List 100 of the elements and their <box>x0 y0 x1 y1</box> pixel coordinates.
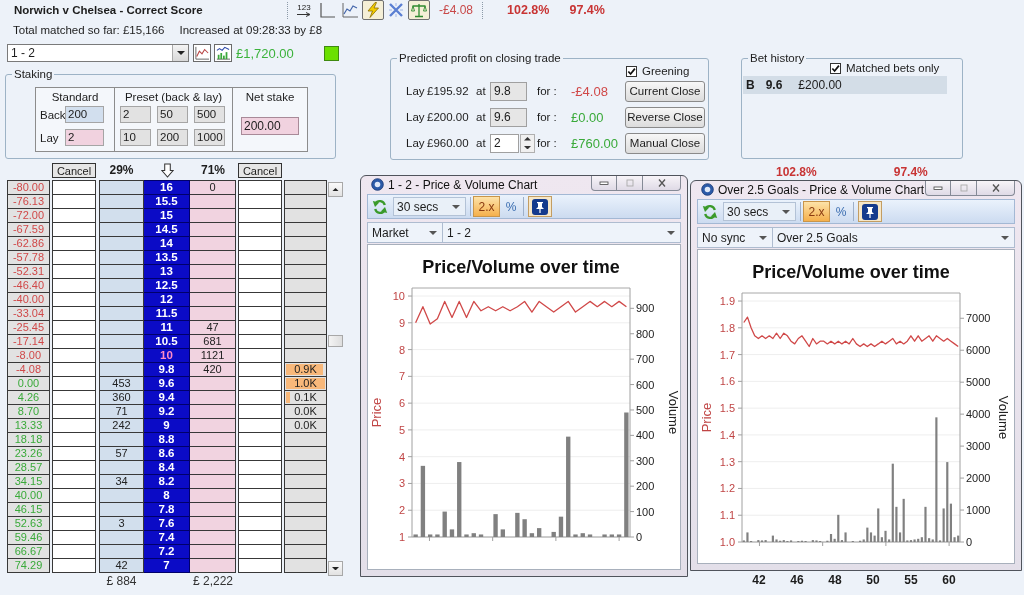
lightning-icon <box>365 2 381 18</box>
volume-axis-title: Volume <box>666 390 678 435</box>
back-book-percentage: 102.8% <box>776 165 817 179</box>
tick-label: 8 <box>398 343 405 356</box>
preset-field[interactable]: 200 <box>157 129 188 146</box>
minimize-icon <box>599 179 609 187</box>
toolbar-button[interactable]: 123 <box>293 0 315 20</box>
x-mark-icon <box>388 2 404 18</box>
sync-mode-dropdown[interactable]: No sync <box>697 227 773 248</box>
refresh-icon[interactable] <box>372 198 388 215</box>
percent-button[interactable]: % <box>833 201 849 222</box>
tick-icon <box>627 67 636 76</box>
greening-option[interactable]: Greening <box>626 65 690 78</box>
scale-button[interactable]: 2.x <box>473 196 500 217</box>
volume-bar <box>551 531 556 537</box>
cancel-button[interactable]: Cancel <box>52 163 96 178</box>
tick-label: 900 <box>636 302 655 315</box>
down-arrow-icon[interactable] <box>160 162 174 178</box>
column-heading: Preset (back & lay) <box>124 91 223 103</box>
volume-bar <box>500 529 505 537</box>
tick-label: 2 <box>398 504 405 517</box>
maximize-button[interactable] <box>951 181 977 196</box>
order-cell[interactable] <box>52 558 96 573</box>
pin-button[interactable] <box>858 201 882 222</box>
up-arrow-icon <box>524 137 531 141</box>
caret-icon <box>176 51 185 55</box>
sync-mode-dropdown[interactable]: Market <box>367 222 443 243</box>
maximize-button[interactable] <box>617 176 643 191</box>
minimize-button[interactable] <box>591 176 617 191</box>
preset-field[interactable]: 1000 <box>194 129 225 146</box>
tick-label: 1.1 <box>719 509 735 522</box>
odds-field[interactable]: 9.8 <box>490 81 527 101</box>
scroll-down-button[interactable] <box>328 561 343 576</box>
volume-bar <box>587 534 593 537</box>
checkbox[interactable] <box>626 66 637 77</box>
chart-button[interactable] <box>214 44 232 62</box>
odds-label: 46 <box>790 573 804 587</box>
preset-field[interactable]: 10 <box>120 129 151 146</box>
scale-button[interactable]: 2.x <box>803 201 830 222</box>
volume-bar <box>478 534 484 537</box>
column-heading: Net stake <box>245 91 295 103</box>
preset-field[interactable]: 2 <box>120 106 151 123</box>
increase-text: Increased at 09:28:33 by £8 <box>179 24 323 36</box>
tick-label: 1.0 <box>719 536 735 548</box>
bar-chart-icon <box>216 46 230 60</box>
cancel-button[interactable]: Cancel <box>238 163 282 178</box>
close-trade-button[interactable]: Current Close <box>625 80 705 102</box>
tick-label: 1.7 <box>719 348 735 361</box>
tick-label: 3000 <box>966 440 991 453</box>
close-trade-button[interactable]: Manual Close <box>625 132 705 154</box>
interval-select[interactable]: 30 secs <box>393 197 466 216</box>
percent-button[interactable]: % <box>503 196 519 217</box>
scroll-up-button[interactable] <box>328 182 343 197</box>
preset-field[interactable]: 500 <box>194 106 225 123</box>
bet-row[interactable]: B 9.6 £200.00 <box>743 76 947 94</box>
pin-icon <box>862 203 878 220</box>
toolbar-button[interactable] <box>408 0 430 20</box>
side-label: Lay <box>406 111 426 123</box>
tick-label: 5 <box>398 423 405 436</box>
refresh-icon[interactable] <box>702 203 718 220</box>
minimize-button[interactable] <box>925 181 951 196</box>
close-profit: £760.00 <box>571 135 618 151</box>
odds-field[interactable]: 9.6 <box>490 107 527 127</box>
interval-select[interactable]: 30 secs <box>723 202 796 221</box>
volume-bar <box>537 528 542 537</box>
odds-field[interactable]: 2 <box>490 133 519 153</box>
pin-button[interactable] <box>528 196 552 217</box>
toolbar-button[interactable] <box>362 0 384 20</box>
back-stake-field[interactable]: 200 <box>65 106 104 123</box>
column-heading: Standard <box>51 91 99 103</box>
close-button[interactable] <box>643 176 681 191</box>
tick-label: 200 <box>636 480 655 493</box>
spin-buttons[interactable] <box>520 133 535 153</box>
lay-stake-field[interactable]: 2 <box>65 129 104 146</box>
close-trade-button[interactable]: Reverse Close <box>625 106 705 128</box>
runner-dropdown[interactable]: Over 2.5 Goals <box>773 227 1015 248</box>
tick-label: 10 <box>392 290 405 303</box>
selection-dropdown[interactable]: 1 - 2 <box>7 44 189 62</box>
odds-label: 60 <box>942 573 956 587</box>
tick-label: 800 <box>636 327 655 340</box>
caret-icon <box>782 209 790 214</box>
lay-cell[interactable] <box>190 558 236 573</box>
net-stake-field[interactable]: 200.00 <box>241 117 299 135</box>
scales-icon <box>411 2 427 18</box>
order-cell[interactable] <box>238 558 282 573</box>
close-icon <box>990 184 1001 192</box>
matched-only-option[interactable]: Matched bets only <box>830 62 940 74</box>
chart-button[interactable] <box>193 44 211 62</box>
runner-dropdown[interactable]: 1 - 2 <box>443 222 681 243</box>
back-percentage: 29% <box>109 163 134 177</box>
close-button[interactable] <box>977 181 1015 196</box>
down-arrow-icon <box>332 566 339 571</box>
group-title: Bet history <box>749 51 806 65</box>
scrollbar-thumb[interactable] <box>328 335 343 347</box>
window-title: Over 2.5 Goals - Price & Volume Chart <box>718 182 925 197</box>
back-cell[interactable]: 42 <box>99 558 144 573</box>
checkbox[interactable] <box>830 62 841 74</box>
back-label: Back <box>39 108 65 121</box>
preset-field[interactable]: 50 <box>157 106 188 123</box>
toolbar-button[interactable] <box>339 0 361 20</box>
